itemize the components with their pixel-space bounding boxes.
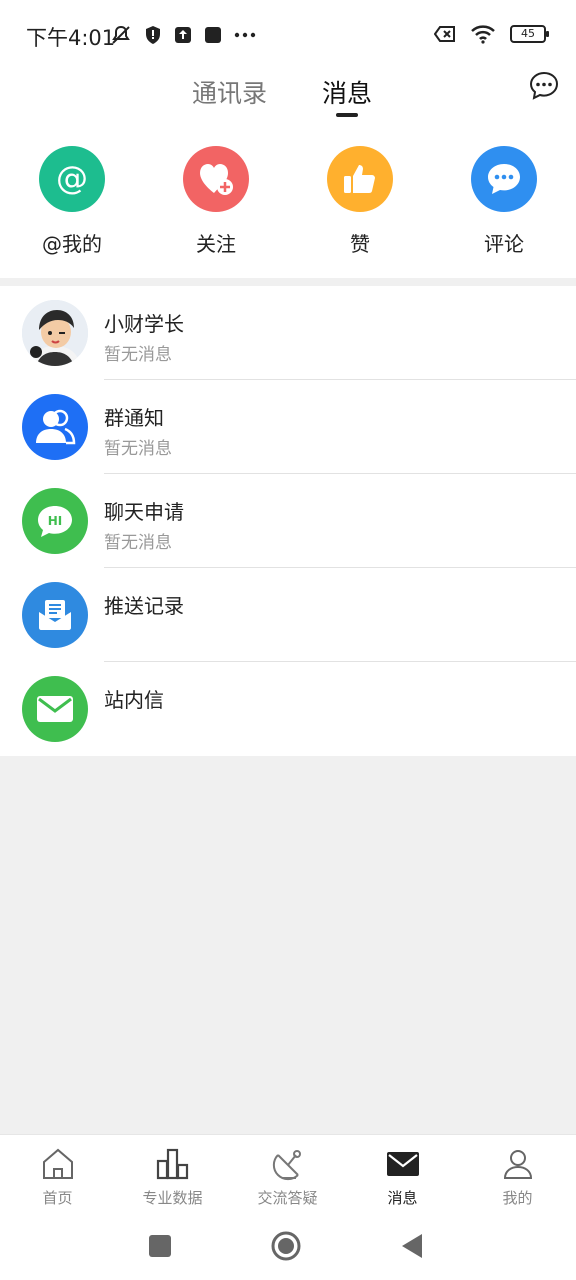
quick-action-label: @我的 bbox=[42, 232, 102, 256]
quick-action-label: 关注 bbox=[196, 232, 236, 256]
envelope-icon bbox=[386, 1152, 419, 1176]
recents-icon[interactable] bbox=[148, 1234, 172, 1258]
svg-text:HI: HI bbox=[48, 514, 63, 528]
quick-action-label: 赞 bbox=[350, 232, 370, 256]
messages-page: 下午4:01 45 通讯录 消息 @ @我的 关注 赞 评论 小财学长 暂无消息… bbox=[0, 0, 576, 1280]
at-icon: @ bbox=[39, 146, 105, 212]
nav-label: 消息 bbox=[387, 1189, 418, 1207]
quick-action-like[interactable]: 赞 bbox=[300, 146, 420, 257]
item-title: 推送记录 bbox=[104, 594, 184, 618]
quick-action-label: 评论 bbox=[484, 232, 524, 256]
message-list: 小财学长 暂无消息 群通知 暂无消息 HI 聊天申请 暂无消息 推送记录 站内信 bbox=[0, 286, 576, 756]
nav-data[interactable]: 专业数据 bbox=[115, 1147, 230, 1208]
group-icon bbox=[22, 394, 88, 460]
list-item-group-notice[interactable]: 群通知 暂无消息 bbox=[0, 380, 576, 474]
person-icon bbox=[503, 1150, 532, 1179]
system-nav-bar bbox=[0, 1216, 576, 1280]
nav-label: 专业数据 bbox=[142, 1189, 203, 1207]
item-title: 聊天申请 bbox=[104, 500, 184, 524]
tab-contacts[interactable]: 通讯录 bbox=[192, 74, 267, 110]
hi-bubble-icon: HI bbox=[22, 488, 88, 554]
nav-messages[interactable]: 消息 bbox=[345, 1147, 460, 1208]
item-title: 群通知 bbox=[104, 406, 164, 430]
home-button-icon[interactable] bbox=[270, 1230, 302, 1262]
chat-bubble-icon[interactable] bbox=[528, 70, 560, 102]
nav-mine[interactable]: 我的 bbox=[460, 1147, 575, 1208]
mute-icon bbox=[112, 25, 130, 44]
satellite-icon bbox=[272, 1150, 301, 1181]
wifi-icon bbox=[471, 25, 495, 44]
shield-icon bbox=[146, 26, 160, 44]
battery-indicator: 45 bbox=[510, 25, 549, 43]
more-dots-icon bbox=[234, 32, 256, 38]
list-item-site-message[interactable]: 站内信 bbox=[0, 662, 576, 756]
header: 通讯录 消息 bbox=[0, 70, 576, 126]
quick-actions: @ @我的 关注 赞 评论 bbox=[0, 146, 576, 266]
status-icons-left bbox=[110, 24, 256, 46]
item-subtitle: 暂无消息 bbox=[104, 345, 172, 365]
comment-icon bbox=[471, 146, 537, 212]
mail-open-icon bbox=[22, 582, 88, 648]
svg-text:@: @ bbox=[56, 159, 88, 197]
item-title: 站内信 bbox=[104, 688, 164, 712]
bar-chart-icon bbox=[156, 1148, 188, 1180]
upload-icon bbox=[175, 27, 191, 43]
nav-label: 交流答疑 bbox=[257, 1189, 318, 1207]
item-subtitle: 暂无消息 bbox=[104, 533, 172, 553]
item-title: 小财学长 bbox=[104, 312, 184, 336]
list-item-xiaocai[interactable]: 小财学长 暂无消息 bbox=[0, 286, 576, 380]
active-tab-indicator bbox=[336, 113, 358, 117]
quick-action-comment[interactable]: 评论 bbox=[444, 146, 564, 257]
nav-label: 我的 bbox=[502, 1189, 533, 1207]
nav-label: 首页 bbox=[42, 1189, 73, 1207]
status-bar: 下午4:01 45 bbox=[0, 0, 576, 70]
app-square-icon bbox=[205, 27, 221, 43]
item-subtitle: 暂无消息 bbox=[104, 439, 172, 459]
list-item-push-records[interactable]: 推送记录 bbox=[0, 568, 576, 662]
envelope-icon bbox=[22, 676, 88, 742]
home-icon bbox=[42, 1148, 73, 1179]
bottom-nav: 首页 专业数据 交流答疑 消息 我的 bbox=[0, 1134, 576, 1216]
status-icons-right: 45 bbox=[434, 24, 549, 44]
quick-action-follow[interactable]: 关注 bbox=[156, 146, 276, 257]
quick-action-at-me[interactable]: @ @我的 bbox=[12, 146, 132, 257]
avatar bbox=[22, 300, 88, 366]
status-time: 下午4:01 bbox=[26, 26, 116, 50]
thumbs-up-icon bbox=[327, 146, 393, 212]
nav-qa[interactable]: 交流答疑 bbox=[230, 1147, 345, 1208]
heart-plus-icon bbox=[183, 146, 249, 212]
back-icon[interactable] bbox=[400, 1232, 424, 1260]
list-item-chat-request[interactable]: HI 聊天申请 暂无消息 bbox=[0, 474, 576, 568]
tab-messages[interactable]: 消息 bbox=[322, 74, 372, 110]
nav-home[interactable]: 首页 bbox=[0, 1147, 115, 1208]
sim-off-icon bbox=[434, 26, 455, 42]
